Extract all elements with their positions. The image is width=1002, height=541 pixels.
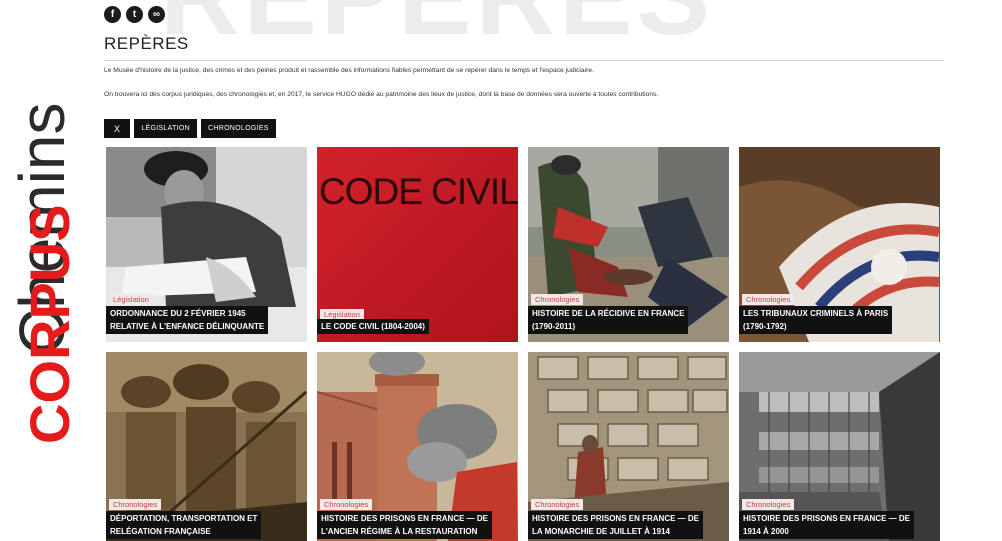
background-watermark: REPÈRES (160, 0, 714, 52)
page-title: REPÈRES (104, 34, 189, 53)
card-tribunaux-criminels[interactable]: Chronologies LES TRIBUNAUX CRIMINELS À P… (739, 147, 940, 342)
card-category-label: Chronologies (109, 499, 162, 510)
card-prisons-monarchie-juillet[interactable]: Chronologies HISTOIRE DES PRISONS EN FRA… (528, 352, 729, 541)
card-category-label: Chronologies (320, 499, 373, 510)
social-links: f t ∞ (104, 6, 165, 23)
card-title[interactable]: HISTOIRE DES PRISONS EN FRANCE — DE 1914… (739, 511, 914, 539)
link-icon[interactable]: ∞ (148, 6, 165, 23)
card-category-label: Législation (109, 294, 153, 305)
filter-chronologies-button[interactable]: CHRONOLOGIES (201, 119, 276, 138)
twitter-icon[interactable]: t (126, 6, 143, 23)
card-title[interactable]: LE CODE CIVIL (1804-2004) (317, 319, 429, 334)
card-title[interactable]: ORDONNANCE DU 2 FÉVRIER 1945 RELATIVE À … (106, 306, 269, 334)
page: REPÈRES Chemins CORPUS f t ∞ REPÈRES Le … (0, 0, 1002, 541)
filter-legislation-button[interactable]: LÉGISLATION (134, 119, 197, 138)
card-category-label: Chronologies (742, 499, 795, 510)
card-title[interactable]: DÉPORTATION, TRANSPORTATION ET RELÉGATIO… (106, 511, 262, 539)
title-divider (104, 60, 944, 61)
filter-bar: X LÉGISLATION CHRONOLOGIES (104, 119, 276, 138)
card-title[interactable]: LES TRIBUNAUX CRIMINELS À PARIS (1790-17… (739, 306, 893, 334)
intro-paragraph-2: On trouvera ici des corpus juridiques, d… (104, 91, 659, 98)
card-code-civil[interactable]: CODE CIVIL Législation LE CODE CIVIL (18… (317, 147, 518, 342)
card-ordonnance-1945[interactable]: Législation ORDONNANCE DU 2 FÉVRIER 1945… (106, 147, 307, 342)
card-category-label: Chronologies (531, 294, 584, 305)
card-category-label: Chronologies (742, 294, 795, 305)
card-prisons-1914-2000[interactable]: Chronologies HISTOIRE DES PRISONS EN FRA… (739, 352, 940, 541)
facebook-icon[interactable]: f (104, 6, 121, 23)
card-category-label: Chronologies (531, 499, 584, 510)
clear-filter-button[interactable]: X (104, 119, 131, 138)
intro-paragraph-1: Le Musée d'histoire de la justice, des c… (104, 67, 594, 74)
card-grid: Législation ORDONNANCE DU 2 FÉVRIER 1945… (106, 147, 940, 541)
card-recidive[interactable]: Chronologies HISTOIRE DE LA RÉCIDIVE EN … (528, 147, 729, 342)
card-title[interactable]: HISTOIRE DE LA RÉCIDIVE EN FRANCE (1790-… (528, 306, 689, 334)
vertical-corpus-text: CORPUS (18, 204, 81, 444)
card-title[interactable]: HISTOIRE DES PRISONS EN FRANCE — DE L'AN… (317, 511, 492, 539)
code-civil-cover-text: CODE CIVIL (319, 171, 518, 212)
card-prisons-ancien-regime[interactable]: Chronologies HISTOIRE DES PRISONS EN FRA… (317, 352, 518, 541)
card-deportation[interactable]: Chronologies DÉPORTATION, TRANSPORTATION… (106, 352, 307, 541)
card-title[interactable]: HISTOIRE DES PRISONS EN FRANCE — DE LA M… (528, 511, 703, 539)
